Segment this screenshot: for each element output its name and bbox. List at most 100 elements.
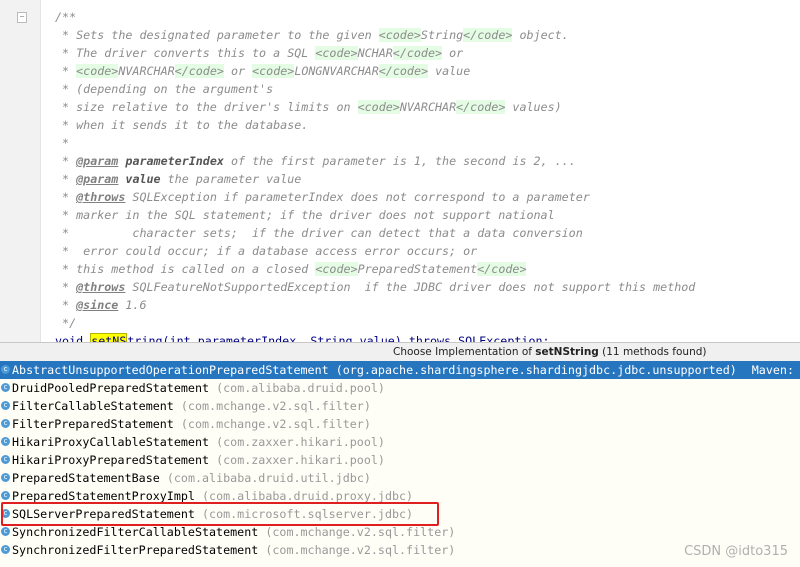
- implementation-item[interactable]: c HikariProxyPreparedStatement (com.zaxxe…: [0, 451, 800, 469]
- class-name: HikariProxyCallableStatement: [12, 435, 210, 449]
- package-name: (com.mchange.v2.sql.filter): [265, 525, 456, 539]
- comment-line: * this method is called on a closed <cod…: [55, 260, 695, 278]
- comment-line: * character sets; if the driver can dete…: [55, 224, 695, 242]
- comment-segment: * when it sends it to the database.: [55, 118, 309, 132]
- comment-line: * size relative to the driver's limits o…: [55, 98, 695, 116]
- package-name: (com.zaxxer.hikari.pool): [216, 453, 385, 467]
- comment-segment: SQLException if parameterIndex does not …: [125, 190, 590, 204]
- package-name: (com.mchange.v2.sql.filter): [265, 543, 456, 557]
- comment-segment: @throws: [76, 190, 126, 204]
- comment-segment: </code>: [456, 100, 506, 114]
- implementation-item[interactable]: c FilterCallableStatement (com.mchange.v2…: [0, 397, 800, 415]
- class-name: SynchronizedFilterCallableStatement: [12, 525, 259, 539]
- class-icon: c: [1, 455, 10, 464]
- popup-title-suffix: (11 methods found): [598, 346, 707, 358]
- comment-segment: NCHAR: [357, 46, 393, 60]
- popup-method-name: setNString: [535, 346, 599, 358]
- comment-segment: * (depending on the argument's: [55, 82, 274, 96]
- package-name: (com.mchange.v2.sql.filter): [180, 399, 371, 413]
- comment-segment: <code>: [357, 100, 400, 114]
- package-name: (com.zaxxer.hikari.pool): [216, 435, 385, 449]
- comment-segment: *: [55, 280, 77, 294]
- popup-title-prefix: Choose Implementation of: [393, 346, 536, 358]
- comment-line: * @throws SQLException if parameterIndex…: [55, 188, 695, 206]
- comment-segment: @param: [76, 172, 119, 186]
- comment-segment: */: [55, 316, 77, 330]
- class-icon: c: [1, 365, 10, 374]
- comment-segment: 1.6: [118, 298, 147, 312]
- comment-segment: SQLFeatureNotSupportedException if the J…: [125, 280, 696, 294]
- comment-line: * <code>NVARCHAR</code> or <code>LONGNVA…: [55, 62, 695, 80]
- package-name: (com.alibaba.druid.proxy.jdbc): [202, 489, 414, 503]
- comment-segment: parameterIndex: [125, 154, 224, 168]
- fold-toggle-icon[interactable]: −: [17, 12, 27, 23]
- comment-segment: <code>: [315, 262, 358, 276]
- class-icon: c: [1, 401, 10, 410]
- library-label: Maven:: [751, 363, 794, 377]
- comment-segment: *: [55, 154, 77, 168]
- comment-line: /**: [55, 8, 695, 26]
- comment-segment: </code>: [174, 64, 224, 78]
- comment-line: * @throws SQLFeatureNotSupportedExceptio…: [55, 278, 695, 296]
- watermark: CSDN @idto315: [684, 544, 788, 559]
- package-name: (org.apache.shardingsphere.shardingjdbc.…: [335, 363, 737, 377]
- class-name: HikariProxyPreparedStatement: [12, 453, 210, 467]
- comment-segment: or: [442, 46, 464, 60]
- package-name: (com.alibaba.druid.pool): [216, 381, 385, 395]
- comment-line: * (depending on the argument's: [55, 80, 695, 98]
- comment-segment: * size relative to the driver's limits o…: [55, 100, 358, 114]
- comment-segment: @param: [76, 154, 119, 168]
- code-editor[interactable]: /** * Sets the designated parameter to t…: [55, 8, 695, 350]
- implementation-list: c AbstractUnsupportedOperationPreparedSta…: [0, 361, 800, 559]
- comment-segment: *: [55, 172, 77, 186]
- comment-line: * The driver converts this to a SQL <cod…: [55, 44, 695, 62]
- comment-segment: <code>: [315, 46, 358, 60]
- implementation-item[interactable]: c FilterPreparedStatement (com.mchange.v2…: [0, 415, 800, 433]
- class-name: AbstractUnsupportedOperationPreparedStat…: [12, 363, 329, 377]
- implementation-item[interactable]: c DruidPooledPreparedStatement (com.aliba…: [0, 379, 800, 397]
- comment-segment: * this method is called on a closed: [55, 262, 316, 276]
- implementation-item[interactable]: c AbstractUnsupportedOperationPreparedSta…: [0, 361, 800, 379]
- comment-segment: LONGNVARCHAR: [294, 64, 379, 78]
- class-icon: c: [1, 419, 10, 428]
- implementation-item[interactable]: c SynchronizedFilterPreparedStatement (co…: [0, 541, 800, 559]
- comment-segment: values): [505, 100, 562, 114]
- comment-segment: <code>: [378, 28, 421, 42]
- comment-line: * error could occur; if a database acces…: [55, 242, 695, 260]
- comment-segment: /**: [55, 10, 77, 24]
- comment-line: * @param value the parameter value: [55, 170, 695, 188]
- implementation-item[interactable]: c PreparedStatementBase (com.alibaba.drui…: [0, 469, 800, 487]
- choose-implementation-popup: Choose Implementation of setNString (11 …: [0, 342, 800, 567]
- comment-segment: * character sets; if the driver can dete…: [55, 226, 583, 240]
- implementation-item[interactable]: c HikariProxyCallableStatement (com.zaxxe…: [0, 433, 800, 451]
- comment-segment: value: [125, 172, 161, 186]
- annotation-red-box: [1, 502, 439, 526]
- package-name: (com.alibaba.druid.util.jdbc): [166, 471, 371, 485]
- comment-segment: @throws: [76, 280, 126, 294]
- comment-segment: the parameter value: [160, 172, 302, 186]
- class-name: FilterCallableStatement: [12, 399, 174, 413]
- comment-line: * @param parameterIndex of the first par…: [55, 152, 695, 170]
- comment-segment: *: [55, 136, 70, 150]
- popup-title: Choose Implementation of setNString (11 …: [0, 343, 800, 361]
- comment-line: * when it sends it to the database.: [55, 116, 695, 134]
- comment-segment: or: [223, 64, 253, 78]
- comment-line: * marker in the SQL statement; if the dr…: [55, 206, 695, 224]
- comment-segment: <code>: [252, 64, 295, 78]
- comment-segment: </code>: [378, 64, 429, 78]
- comment-segment: object.: [512, 28, 569, 42]
- comment-segment: </code>: [477, 262, 527, 276]
- comment-segment: *: [55, 190, 77, 204]
- class-icon: c: [1, 383, 10, 392]
- class-icon: c: [1, 491, 10, 500]
- comment-segment: of the first parameter is 1, the second …: [223, 154, 576, 168]
- comment-segment: * marker in the SQL statement; if the dr…: [55, 208, 555, 222]
- comment-segment: NVARCHAR: [399, 100, 457, 114]
- comment-segment: @since: [76, 298, 119, 312]
- comment-segment: value: [428, 64, 471, 78]
- comment-segment: </code>: [392, 46, 443, 60]
- comment-segment: PreparedStatement: [357, 262, 478, 276]
- comment-segment: NVARCHAR: [118, 64, 175, 78]
- class-name: DruidPooledPreparedStatement: [12, 381, 210, 395]
- comment-segment: *: [55, 64, 77, 78]
